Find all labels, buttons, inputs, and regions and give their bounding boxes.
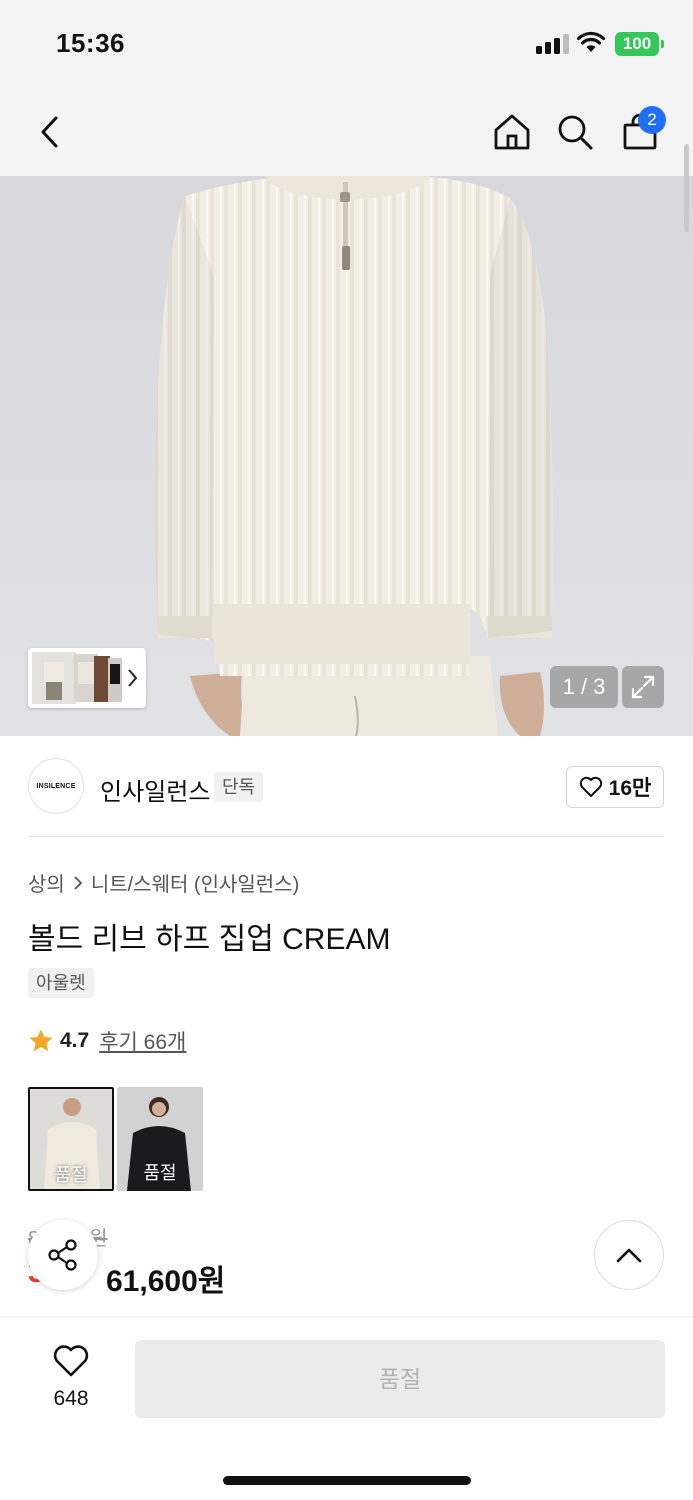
scroll-to-top-button[interactable]: [594, 1220, 664, 1290]
heart-icon: [579, 776, 602, 797]
share-button[interactable]: [28, 1220, 98, 1290]
brand-name[interactable]: 인사일런스: [100, 772, 210, 807]
chevron-left-icon: [41, 116, 58, 148]
chevron-up-icon: [616, 1248, 642, 1263]
breadcrumb: 상의 니트/스웨터 (인사일런스): [28, 868, 299, 897]
outlet-tag: 아울렛: [28, 968, 94, 998]
fullscreen-button[interactable]: [622, 666, 664, 708]
cart-button[interactable]: 2: [614, 106, 666, 158]
purchase-button-soldout[interactable]: 품절: [135, 1340, 665, 1418]
thumbnail-preview: [32, 652, 138, 704]
variant-soldout-label: 품절: [54, 1165, 88, 1185]
status-bar: 15:36 100: [0, 0, 693, 88]
image-thumbnail-strip[interactable]: [28, 648, 146, 708]
home-indicator: [223, 1476, 471, 1485]
variant-option-black[interactable]: 품절: [117, 1087, 203, 1191]
rating-summary: 4.7 후기 66개: [28, 1026, 186, 1056]
sale-price: 61,600원: [106, 1265, 226, 1298]
top-navigation-bar: 2: [0, 88, 693, 176]
status-time: 15:36: [56, 28, 125, 58]
breadcrumb-subcategory[interactable]: 니트/스웨터 (인사일런스): [91, 868, 299, 897]
home-icon: [494, 114, 530, 150]
expand-icon: [631, 675, 655, 699]
page-scrollbar[interactable]: [684, 144, 689, 232]
share-icon: [48, 1239, 77, 1271]
search-icon: [558, 115, 593, 150]
wishlist-button[interactable]: 648: [40, 1344, 102, 1411]
product-title: 볼드 리브 하프 집업 CREAM: [28, 923, 391, 956]
exclusive-tag: 단독: [214, 772, 264, 802]
image-page-counter: 1 / 3: [550, 666, 618, 708]
breadcrumb-category[interactable]: 상의: [28, 868, 65, 897]
bottom-bar-divider: [0, 1316, 693, 1317]
variant-option-cream[interactable]: 품절: [28, 1087, 114, 1191]
cellular-signal-icon: [536, 34, 570, 54]
rating-score: 4.7: [60, 1029, 90, 1052]
brand-like-button[interactable]: 16만: [566, 766, 664, 808]
brand-like-count: 16만: [608, 777, 652, 800]
brand-logo[interactable]: INSILENCE: [28, 758, 84, 814]
variant-soldout-label: 품절: [143, 1163, 177, 1183]
home-button[interactable]: [486, 106, 538, 158]
star-icon: [29, 1029, 53, 1052]
back-button[interactable]: [24, 106, 76, 158]
reviews-link[interactable]: 후기 66개: [99, 1026, 186, 1056]
cart-count-badge: 2: [638, 106, 666, 134]
wifi-icon: [576, 31, 606, 52]
search-button[interactable]: [549, 106, 601, 158]
section-divider: [28, 836, 664, 837]
wishlist-count: 648: [53, 1387, 89, 1410]
battery-indicator: 100: [615, 32, 664, 56]
heart-icon: [53, 1345, 89, 1377]
chevron-right-icon: [74, 875, 83, 890]
